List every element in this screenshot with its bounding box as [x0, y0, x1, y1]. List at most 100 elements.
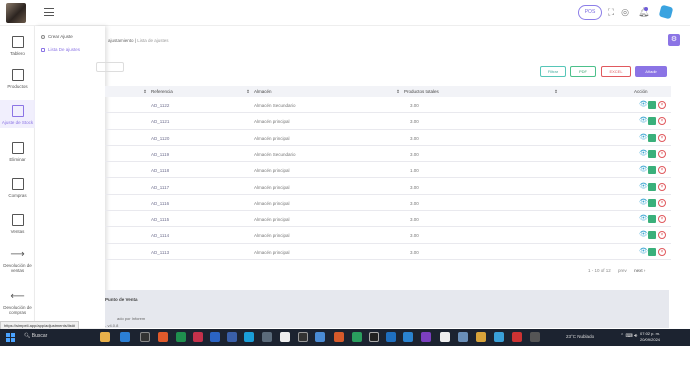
column-header-reference[interactable]: Referencia — [151, 89, 173, 94]
app-icon[interactable] — [244, 332, 254, 342]
edit-icon[interactable] — [648, 231, 656, 240]
reference-cell: AD_1119 — [151, 151, 170, 157]
sort-icon[interactable]: ⇕ — [554, 89, 558, 95]
app-icon[interactable] — [458, 332, 468, 342]
edit-icon[interactable] — [648, 247, 656, 256]
filter-button[interactable]: Filtrar — [540, 66, 566, 77]
delete-icon[interactable]: × — [658, 101, 666, 109]
pos-button[interactable]: POS — [578, 5, 602, 20]
app-icon[interactable] — [494, 332, 504, 342]
column-header-products[interactable]: Productos totales — [404, 89, 439, 94]
edit-icon[interactable] — [648, 198, 656, 207]
app-icon[interactable] — [352, 332, 362, 342]
settings-gear-icon[interactable]: ⚙ — [668, 34, 680, 46]
view-icon[interactable]: 👁︎ — [639, 117, 648, 125]
view-icon[interactable]: 👁︎ — [639, 183, 648, 191]
company-logo[interactable] — [6, 3, 26, 23]
delete-icon[interactable]: × — [658, 231, 666, 240]
sidebar-item-sales[interactable]: Ventas — [0, 214, 35, 234]
app-icon[interactable] — [315, 332, 325, 342]
view-icon[interactable]: 👁︎ — [639, 199, 648, 207]
view-icon[interactable]: 👁︎ — [639, 166, 648, 174]
delete-icon[interactable]: × — [658, 117, 666, 126]
sidebar-item-label: Tablero — [10, 51, 25, 56]
view-icon[interactable]: 👁︎ — [639, 248, 648, 256]
system-tray-icons[interactable]: ⌃ ⌨ 🔊︎ — [620, 333, 637, 339]
weather-widget[interactable]: 23°C Nublado — [566, 334, 594, 339]
next-page-link[interactable]: next — [634, 268, 643, 273]
app-icon[interactable] — [280, 332, 290, 342]
word-icon[interactable] — [210, 332, 220, 342]
app-icon[interactable] — [262, 332, 272, 342]
app-icon[interactable] — [227, 332, 237, 342]
submenu-item-adjustment-list[interactable]: Lista De ajustes — [41, 47, 80, 52]
app-icon[interactable] — [476, 332, 486, 342]
prev-page-link[interactable]: prev — [618, 268, 627, 273]
windows-start-icon[interactable] — [6, 333, 15, 342]
sidebar-item-delete[interactable]: Eliminar — [0, 142, 35, 162]
app-icon[interactable] — [440, 332, 450, 342]
expand-icon[interactable]: ⛶ — [606, 7, 616, 17]
breadcrumb-parent[interactable]: ajustamiento — [108, 38, 134, 43]
brave-icon[interactable] — [334, 332, 344, 342]
delete-icon[interactable]: × — [658, 166, 666, 175]
view-icon[interactable]: 👁︎ — [639, 134, 648, 142]
delete-icon[interactable]: × — [658, 149, 666, 158]
vscode-icon[interactable] — [403, 332, 413, 342]
sidebar-item-stock-adjustment[interactable]: Ajuste de Stock — [0, 100, 35, 128]
sort-icon[interactable]: ⇕ — [246, 89, 250, 95]
delete-icon[interactable]: × — [658, 215, 666, 224]
search-input[interactable] — [96, 62, 124, 72]
terminal-icon[interactable] — [369, 332, 379, 342]
submenu-item-create-adjustment[interactable]: Crear Ajuste — [41, 34, 73, 39]
access-icon[interactable] — [193, 332, 203, 342]
language-icon[interactable]: ◎ — [620, 7, 630, 17]
view-icon[interactable]: 👁︎ — [639, 215, 648, 223]
edge-icon[interactable] — [120, 332, 130, 342]
delete-icon[interactable]: × — [658, 182, 666, 191]
sidebar-item-dashboard[interactable]: Tablero — [0, 36, 35, 56]
edit-icon[interactable] — [648, 117, 656, 126]
delete-icon[interactable]: × — [658, 133, 666, 142]
view-icon[interactable]: 👁︎ — [639, 150, 648, 158]
delete-icon[interactable]: × — [658, 247, 666, 256]
edit-icon[interactable] — [648, 215, 656, 224]
delete-icon[interactable]: × — [658, 198, 666, 207]
view-icon[interactable]: 👁︎ — [639, 101, 648, 109]
reference-cell: AD_1115 — [151, 217, 170, 223]
chevron-right-icon[interactable]: › — [644, 268, 646, 273]
visual-studio-icon[interactable] — [421, 332, 431, 342]
edit-icon[interactable] — [648, 166, 656, 175]
sidebar-item-sales-returns[interactable]: ⟶ Devolución de ventas — [0, 250, 35, 274]
pdf-button[interactable]: PDF — [570, 66, 596, 77]
app-icon[interactable] — [512, 332, 522, 342]
vscode-icon[interactable] — [386, 332, 396, 342]
edit-icon[interactable] — [648, 133, 656, 142]
warehouse-cell: Almacén principal — [254, 184, 290, 190]
chrome-icon[interactable] — [158, 332, 168, 342]
menu-toggle-icon[interactable] — [44, 8, 54, 16]
column-header-warehouse[interactable]: Almacén — [254, 89, 272, 94]
submenu-label: Crear Ajuste — [48, 34, 73, 39]
windows-taskbar: 🔍︎ Buscar 23°C Nublado ⌃ ⌨ 🔊︎ 07:02 p. m… — [0, 329, 690, 346]
taskbar-clock[interactable]: 07:02 p. m. 20/09/2024 — [640, 331, 660, 342]
file-explorer-icon[interactable] — [100, 332, 110, 342]
sidebar-item-purchase-returns[interactable]: ⟵ Devolución de compras — [0, 292, 35, 316]
sidebar-item-purchases[interactable]: Compras — [0, 178, 35, 198]
sort-icon[interactable]: ⇕ — [143, 89, 147, 95]
edit-icon[interactable] — [648, 182, 656, 191]
sidebar-item-products[interactable]: Productos — [0, 69, 35, 89]
circle-icon — [41, 34, 45, 39]
edit-icon[interactable] — [648, 101, 656, 109]
taskbar-search[interactable]: 🔍︎ Buscar — [24, 333, 47, 339]
edit-icon[interactable] — [648, 149, 656, 158]
excel-button[interactable]: EXCEL — [601, 66, 631, 77]
sort-icon[interactable]: ⇕ — [396, 89, 400, 95]
store-icon[interactable] — [140, 332, 150, 342]
app-icon[interactable] — [530, 332, 540, 342]
excel-icon[interactable] — [176, 332, 186, 342]
app-icon[interactable] — [298, 332, 308, 342]
add-button[interactable]: Añadir — [635, 66, 667, 77]
user-avatar[interactable] — [658, 4, 674, 20]
view-icon[interactable]: 👁︎ — [639, 231, 648, 239]
